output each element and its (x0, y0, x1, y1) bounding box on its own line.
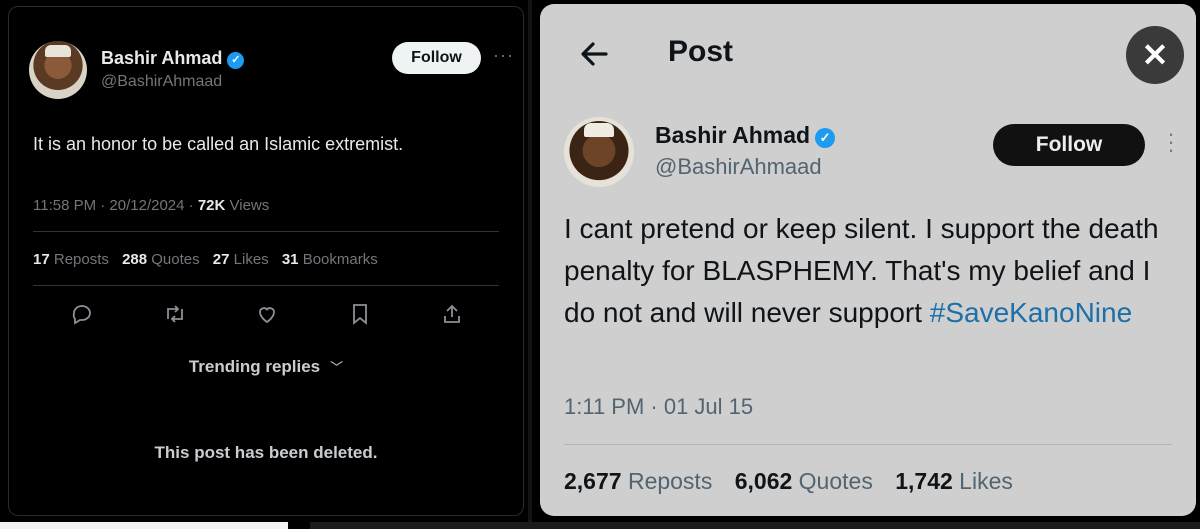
action-bar (33, 297, 499, 331)
quotes-stat[interactable]: 6,062 Quotes (735, 468, 873, 494)
author-name-text[interactable]: Bashir Ahmad (655, 122, 810, 148)
post-text: I cant pretend or keep silent. I support… (564, 208, 1184, 334)
bookmark-icon[interactable] (347, 297, 373, 331)
trending-replies-toggle[interactable]: Trending replies ﹀ (9, 357, 523, 377)
follow-button[interactable]: Follow (392, 42, 481, 74)
trending-replies-label: Trending replies (188, 357, 321, 376)
post-meta: 11:58 PM · 20/12/2024 · 72K Views (33, 197, 269, 214)
views-count: 72K (197, 197, 226, 214)
back-arrow-icon[interactable] (576, 34, 616, 74)
light-post-panel: Post ✕ Bashir Ahmad ✓ @BashirAhmaad Follo… (540, 4, 1196, 516)
author-name[interactable]: Bashir Ahmad ✓ (101, 48, 245, 69)
divider (33, 231, 499, 232)
reposts-stat[interactable]: 2,677 Reposts (564, 468, 712, 494)
reposts-stat[interactable]: 17 Reposts (33, 251, 109, 268)
verified-badge-icon: ✓ (815, 128, 836, 148)
more-options-icon[interactable]: ··· (493, 45, 514, 66)
more-options-icon[interactable]: ··· (1166, 123, 1176, 161)
close-icon[interactable]: ✕ (1126, 26, 1184, 84)
engagement-stats: 17 Reposts 288 Quotes 27 Likes 31 Bookma… (33, 251, 387, 268)
dark-post-panel: Bashir Ahmad ✓ @BashirAhmaad Follow ··· I… (8, 6, 524, 516)
likes-stat[interactable]: 27 Likes (213, 251, 269, 268)
share-icon[interactable] (439, 297, 465, 331)
author-name-text[interactable]: Bashir Ahmad (101, 48, 222, 68)
chevron-down-icon: ﹀ (330, 360, 344, 375)
divider (33, 285, 499, 286)
hashtag-link[interactable]: #SaveKanoNine (930, 297, 1132, 328)
views-label: Views (225, 197, 270, 214)
page-title: Post (668, 35, 734, 68)
follow-button[interactable]: Follow (993, 124, 1145, 166)
post-text: It is an honor to be called an Islamic e… (33, 134, 404, 154)
author-name[interactable]: Bashir Ahmad ✓ (655, 122, 836, 149)
verified-badge-icon: ✓ (227, 52, 245, 69)
reply-icon[interactable] (69, 297, 95, 331)
panel-divider (528, 0, 532, 529)
bottom-strip (0, 522, 288, 529)
likes-stat[interactable]: 1,742 Likes (895, 468, 1013, 494)
bookmarks-stat[interactable]: 31 Bookmarks (282, 251, 378, 268)
avatar[interactable] (564, 117, 634, 187)
post-timestamp[interactable]: 1:11 PM · 01 Jul 15 (564, 394, 753, 420)
author-handle[interactable]: @BashirAhmaad (655, 154, 822, 180)
avatar[interactable] (29, 41, 87, 99)
divider (564, 444, 1172, 445)
post-timestamp[interactable]: 11:58 PM · 20/12/2024 · (33, 197, 198, 214)
bottom-strip (310, 522, 1200, 529)
like-icon[interactable] (254, 297, 280, 331)
repost-icon[interactable] (162, 297, 188, 331)
author-handle[interactable]: @BashirAhmaad (101, 73, 222, 91)
quotes-stat[interactable]: 288 Quotes (122, 251, 200, 268)
engagement-stats: 2,677 Reposts 6,062 Quotes 1,742 Likes (564, 468, 1029, 495)
deleted-post-notice: This post has been deleted. (154, 443, 378, 462)
